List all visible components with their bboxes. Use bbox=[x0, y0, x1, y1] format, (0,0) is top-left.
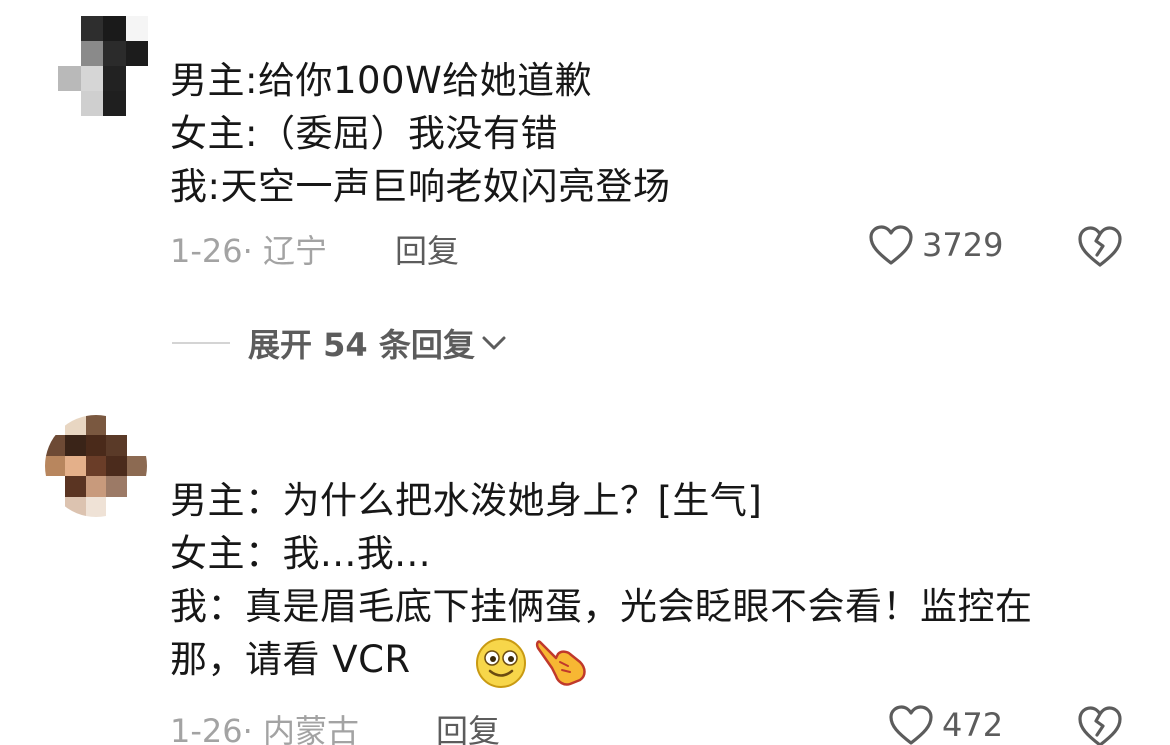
avatar-pixel bbox=[45, 455, 66, 477]
pointing-hand-emoji-icon bbox=[535, 640, 586, 686]
avatar-pixel bbox=[126, 415, 147, 436]
avatar-pixel bbox=[106, 415, 127, 436]
avatar-pixel bbox=[125, 41, 148, 66]
avatar-pixel bbox=[58, 66, 81, 91]
avatar-pixel bbox=[45, 415, 66, 436]
expand-replies-label: 展开 54 条回复 bbox=[248, 326, 475, 364]
avatar-pixel bbox=[126, 435, 147, 456]
avatar-pixel bbox=[103, 66, 126, 91]
avatar-pixel bbox=[85, 435, 107, 456]
avatar-pixel bbox=[126, 455, 147, 477]
avatar-pixel bbox=[80, 41, 103, 66]
avatar-pixel bbox=[45, 476, 66, 497]
avatar-pixel bbox=[126, 496, 147, 517]
avatar-pixel bbox=[45, 435, 66, 456]
avatar[interactable] bbox=[58, 16, 148, 116]
avatar-pixel bbox=[106, 476, 127, 497]
avatar-pixel bbox=[58, 91, 81, 116]
reply-button[interactable]: 回复 bbox=[436, 706, 500, 745]
broken-heart-icon[interactable] bbox=[1076, 222, 1124, 270]
comment-body: 男主:给你100W给她道歉 女主:（委屈）我没有错我:天空一声巨响老奴闪亮登场 bbox=[170, 54, 670, 213]
avatar-pixel bbox=[80, 91, 103, 116]
comment-line: 女主：我...我... bbox=[170, 532, 432, 575]
comment-thread: 男主:给你100W给她道歉 女主:（委屈）我没有错我:天空一声巨响老奴闪亮登场 1… bbox=[0, 0, 1170, 745]
comment-body: 男主：为什么把水泼她身上？[生气] 女主：我...我... 我：真是眉毛底下挂俩蛋，… bbox=[170, 474, 1130, 686]
avatar-pixel bbox=[85, 476, 107, 497]
comment-date-location: 1-26· 辽宁 bbox=[170, 232, 327, 270]
avatar-pixel bbox=[65, 435, 86, 456]
avatar-pixel bbox=[126, 476, 147, 497]
like-button[interactable]: 472 bbox=[888, 704, 1003, 745]
avatar-pixel bbox=[45, 496, 66, 517]
comment-item: 男主：为什么把水泼她身上？[生气] 女主：我...我... 我：真是眉毛底下挂俩蛋，… bbox=[0, 410, 1170, 745]
avatar-pixel bbox=[65, 455, 86, 477]
avatar-pixel bbox=[65, 496, 86, 517]
avatar-pixel bbox=[125, 91, 148, 116]
comment-line: 我：真是眉毛底下挂俩蛋，光会眨眼不会看！监控在那，请看 VCR bbox=[170, 585, 1033, 681]
avatar-pixel bbox=[80, 16, 103, 41]
smile-emoji-icon bbox=[476, 638, 526, 688]
avatar-pixel bbox=[85, 496, 107, 517]
comment-line: 女主:（委屈）我没有错 bbox=[170, 112, 558, 155]
reply-button[interactable]: 回复 bbox=[395, 226, 459, 272]
avatar-pixel bbox=[85, 455, 107, 477]
like-button[interactable]: 3729 bbox=[868, 224, 1003, 266]
chevron-down-icon bbox=[482, 336, 506, 350]
avatar[interactable] bbox=[45, 415, 147, 517]
comment-item: 男主:给你100W给她道歉 女主:（委屈）我没有错我:天空一声巨响老奴闪亮登场 1… bbox=[0, 0, 1170, 364]
like-count: 472 bbox=[942, 706, 1004, 744]
avatar-pixel bbox=[125, 16, 148, 41]
like-count: 3729 bbox=[922, 226, 1004, 264]
avatar-pixel bbox=[103, 91, 126, 116]
divider-line bbox=[172, 342, 230, 344]
heart-outline-icon bbox=[869, 225, 913, 265]
avatar-pixel bbox=[85, 415, 107, 436]
avatar-pixel bbox=[125, 66, 148, 91]
avatar-pixel bbox=[58, 16, 81, 41]
avatar-pixel bbox=[106, 435, 127, 456]
avatar-pixel bbox=[58, 41, 81, 66]
avatar-pixel bbox=[80, 66, 103, 91]
avatar-pixel bbox=[103, 41, 126, 66]
expand-replies-button[interactable]: 展开 54 条回复 bbox=[172, 320, 507, 366]
comment-line: 男主：为什么把水泼她身上？[生气] bbox=[170, 479, 763, 522]
comment-line: 男主:给你100W给她道歉 bbox=[170, 59, 593, 102]
avatar-pixel bbox=[106, 496, 127, 517]
avatar-pixel bbox=[65, 476, 86, 497]
avatar-pixel bbox=[106, 455, 127, 477]
avatar-pixel bbox=[65, 415, 86, 436]
comment-date-location: 1-26· 内蒙古 bbox=[170, 712, 359, 745]
heart-outline-icon bbox=[889, 705, 933, 745]
comment-line: 我:天空一声巨响老奴闪亮登场 bbox=[170, 165, 671, 208]
broken-heart-icon[interactable] bbox=[1076, 702, 1124, 745]
avatar-pixel bbox=[103, 16, 126, 41]
